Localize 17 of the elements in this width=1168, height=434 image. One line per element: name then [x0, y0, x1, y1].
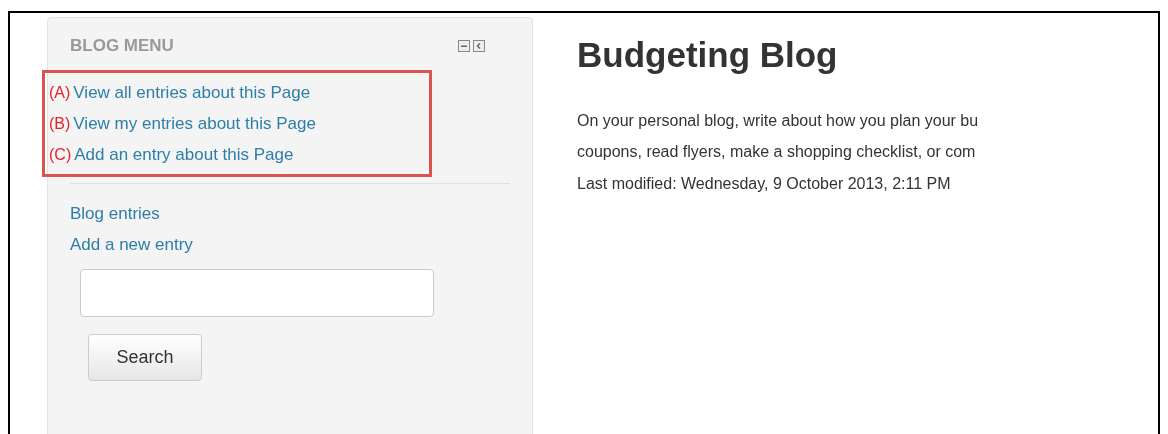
- page-title: Budgeting Blog: [577, 35, 839, 75]
- callout-label: (A): [49, 83, 71, 103]
- menu-link[interactable]: Blog entries: [70, 204, 160, 223]
- search-button[interactable]: Search: [88, 334, 202, 381]
- description-line: On your personal blog, write about how you plan your bu: [577, 111, 979, 131]
- callout-label: (B): [49, 114, 71, 134]
- page-link[interactable]: Add an entry about this Page: [74, 139, 294, 170]
- minimize-icon[interactable]: [458, 40, 470, 52]
- menu-link[interactable]: Add a new entry: [70, 235, 193, 254]
- last-modified-text: Last modified: Wednesday, 9 October 2013, 2:11 PM: [577, 175, 952, 193]
- dock-icon[interactable]: [473, 40, 485, 52]
- callout-label: (C): [49, 145, 72, 165]
- page-link[interactable]: View my entries about this Page: [73, 108, 316, 139]
- search-field[interactable]: [80, 269, 434, 317]
- page-link[interactable]: View all entries about this Page: [73, 77, 311, 108]
- block-title: BLOG MENU: [70, 36, 174, 56]
- description-line: coupons, read flyers, make a shopping checklist, or com: [577, 142, 977, 162]
